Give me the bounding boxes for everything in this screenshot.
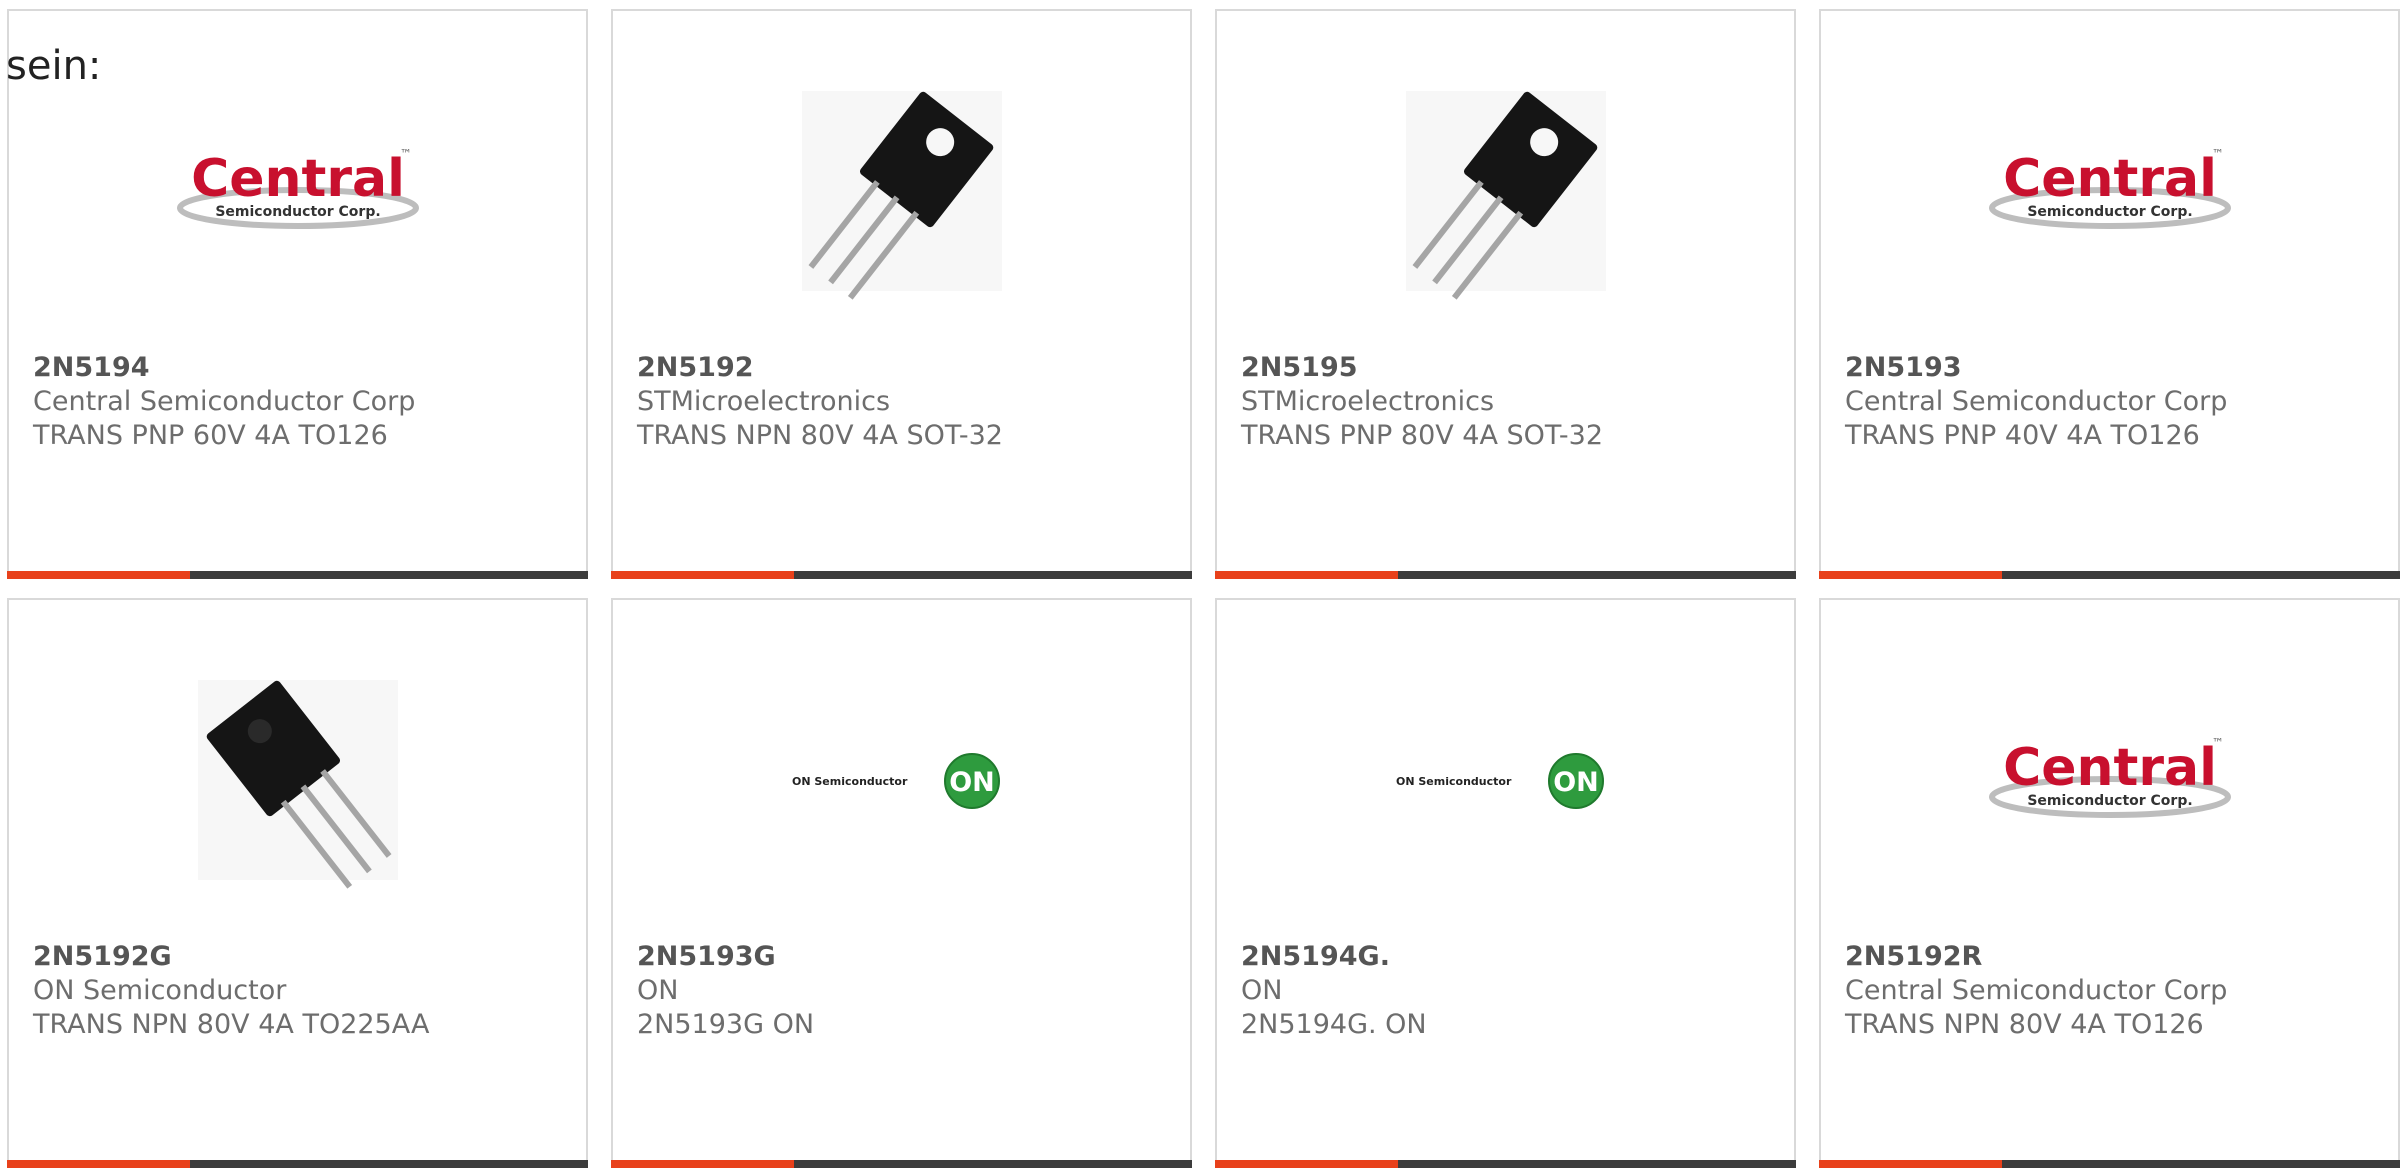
manufacturer: STMicroelectronics [1241, 386, 1495, 417]
manufacturer: ON [637, 975, 679, 1006]
product-image: Central ™ Semiconductor Corp. [1821, 660, 2398, 900]
manufacturer: Central Semiconductor Corp [1845, 975, 2228, 1006]
card-bottom-bar [1215, 571, 1796, 579]
description: 2N5194G. ON [1241, 1009, 1427, 1040]
part-number[interactable]: 2N5193G [637, 940, 1170, 974]
svg-text:Semiconductor Corp.: Semiconductor Corp. [2027, 793, 2192, 809]
part-number[interactable]: 2N5192G [33, 940, 566, 974]
product-image [9, 660, 586, 900]
transistor-photo-icon [801, 91, 1002, 300]
product-card-2N5195[interactable]: 2N5195 STMicroelectronics TRANS PNP 80V … [1215, 9, 1796, 579]
svg-text:ON: ON [949, 767, 995, 798]
svg-text:Semiconductor Corp.: Semiconductor Corp. [2027, 204, 2192, 220]
card-bottom-bar [611, 571, 1192, 579]
svg-text:ON Semiconductor: ON Semiconductor [792, 775, 908, 788]
on-semiconductor-logo: ON Semiconductor ON [1396, 753, 1604, 809]
svg-text:Semiconductor Corp.: Semiconductor Corp. [215, 204, 380, 220]
svg-text:Central: Central [191, 149, 405, 209]
product-card-2N5193G[interactable]: ON Semiconductor ON 2N5193G ON 2N5193G O… [611, 598, 1192, 1168]
on-semiconductor-logo: ON Semiconductor ON [792, 753, 1000, 809]
central-semiconductor-logo: Central ™ Semiconductor Corp. [1988, 147, 2231, 229]
manufacturer: Central Semiconductor Corp [33, 386, 416, 417]
part-number[interactable]: 2N5193 [1845, 351, 2378, 385]
manufacturer: ON [1241, 975, 1283, 1006]
description: TRANS PNP 80V 4A SOT-32 [1241, 420, 1604, 451]
manufacturer: ON Semiconductor [33, 975, 287, 1006]
product-card-2N5194G[interactable]: ON Semiconductor ON 2N5194G. ON 2N5194G.… [1215, 598, 1796, 1168]
svg-text:ON: ON [1553, 767, 1599, 798]
transistor-photo-icon [1405, 91, 1606, 300]
part-number[interactable]: 2N5192R [1845, 940, 2378, 974]
part-number[interactable]: 2N5194 [33, 351, 566, 385]
product-image: ON Semiconductor ON [1217, 660, 1794, 900]
product-card-2N5192G[interactable]: 2N5192G ON Semiconductor TRANS NPN 80V 4… [7, 598, 588, 1168]
card-bottom-bar [7, 1160, 588, 1168]
card-bottom-bar [1819, 1160, 2400, 1168]
svg-text:Central: Central [2003, 149, 2217, 209]
page-label: sein: [6, 43, 102, 89]
transistor-photo-icon [197, 680, 398, 889]
central-semiconductor-logo: Central ™ Semiconductor Corp. [1988, 736, 2231, 818]
card-bottom-bar [611, 1160, 1192, 1168]
product-image: Central ™ Semiconductor Corp. [9, 71, 586, 311]
part-number[interactable]: 2N5192 [637, 351, 1170, 385]
product-image: ON Semiconductor ON [613, 660, 1190, 900]
svg-text:™: ™ [400, 147, 412, 161]
manufacturer: STMicroelectronics [637, 386, 891, 417]
product-image [613, 71, 1190, 311]
product-card-2N5192R[interactable]: Central ™ Semiconductor Corp. 2N5192R Ce… [1819, 598, 2400, 1168]
svg-text:™: ™ [2212, 147, 2224, 161]
description: TRANS NPN 80V 4A TO126 [1845, 1009, 2204, 1040]
card-bottom-bar [1215, 1160, 1796, 1168]
svg-text:™: ™ [2212, 736, 2224, 750]
description: TRANS PNP 60V 4A TO126 [33, 420, 388, 451]
svg-text:ON Semiconductor: ON Semiconductor [1396, 775, 1512, 788]
product-image: Central ™ Semiconductor Corp. [1821, 71, 2398, 311]
description: 2N5193G ON [637, 1009, 815, 1040]
card-bottom-bar [1819, 571, 2400, 579]
product-card-2N5192[interactable]: 2N5192 STMicroelectronics TRANS NPN 80V … [611, 9, 1192, 579]
svg-text:Central: Central [2003, 738, 2217, 798]
part-number[interactable]: 2N5195 [1241, 351, 1774, 385]
manufacturer: Central Semiconductor Corp [1845, 386, 2228, 417]
description: TRANS PNP 40V 4A TO126 [1845, 420, 2200, 451]
product-card-2N5193[interactable]: Central ™ Semiconductor Corp. 2N5193 Cen… [1819, 9, 2400, 579]
central-semiconductor-logo: Central ™ Semiconductor Corp. [176, 147, 419, 229]
description: TRANS NPN 80V 4A TO225AA [33, 1009, 430, 1040]
card-bottom-bar [7, 571, 588, 579]
product-image [1217, 71, 1794, 311]
part-number[interactable]: 2N5194G. [1241, 940, 1774, 974]
description: TRANS NPN 80V 4A SOT-32 [637, 420, 1003, 451]
